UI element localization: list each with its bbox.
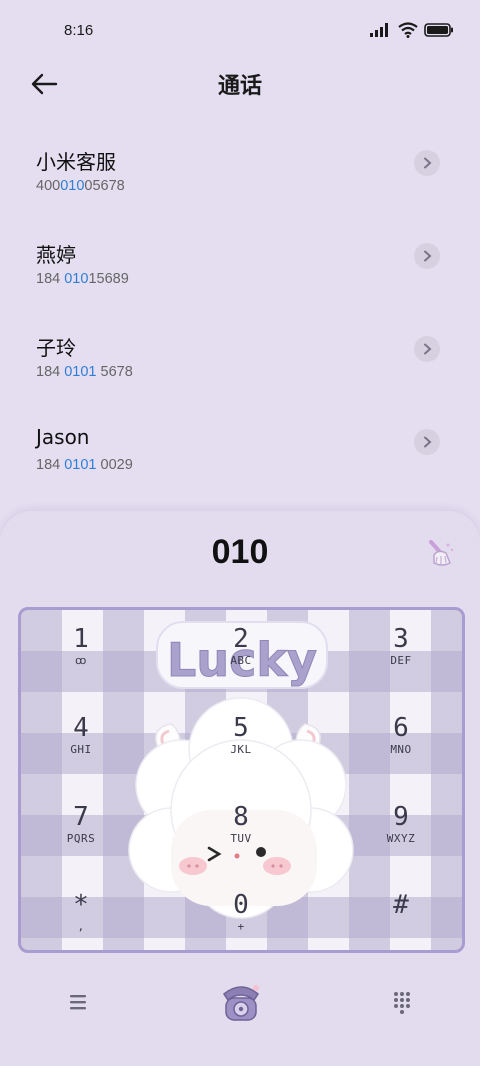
chevron-right-icon — [424, 436, 432, 448]
contact-name: Jason — [36, 425, 90, 449]
battery-icon — [424, 23, 453, 37]
broom-icon — [429, 540, 454, 566]
chevron-right-icon — [424, 343, 432, 355]
chevron-right-icon — [424, 250, 432, 262]
signal-icon — [370, 23, 388, 37]
call-button[interactable] — [218, 978, 264, 1024]
list-item[interactable]: 燕婷 184 01015689 — [0, 225, 480, 318]
status-icons — [370, 22, 454, 38]
list-item[interactable]: 子玲 184 0101 5678 — [0, 318, 480, 411]
wifi-icon — [398, 22, 418, 38]
key-5[interactable]: 5 JKL — [181, 699, 301, 779]
contact-number: 40001005678 — [36, 178, 125, 194]
contact-name: 子玲 — [36, 336, 76, 360]
page-title: 通话 — [217, 74, 262, 99]
chevron-right-icon — [424, 157, 432, 169]
contact-detail-button[interactable] — [414, 150, 440, 176]
status-bar: 8:16 — [0, 0, 480, 62]
contact-detail-button[interactable] — [414, 243, 440, 269]
contact-number: 184 0101 0029 — [36, 457, 133, 473]
contact-number: 184 01015689 — [36, 271, 129, 287]
contact-name: 小米客服 — [36, 150, 116, 174]
status-time: 8:16 — [64, 22, 94, 39]
search-results-list: 小米客服 40001005678 燕婷 184 01015689 子玲 184 … — [0, 132, 480, 504]
key-star[interactable]: * , — [21, 876, 141, 950]
dial-keypad: Lucky 1 ꝏ 2 ABC 3 DEF 4 GHI 5 JKL 6 MNO … — [18, 607, 465, 953]
dialer-bottom-bar — [0, 970, 480, 1040]
key-7[interactable]: 7 PQRS — [21, 788, 141, 868]
header: 通话 — [0, 62, 480, 106]
contact-detail-button[interactable] — [414, 429, 440, 455]
contact-number: 184 0101 5678 — [36, 364, 133, 380]
key-hash[interactable]: # — [341, 876, 461, 950]
key-8[interactable]: 8 TUV — [181, 788, 301, 868]
contact-detail-button[interactable] — [414, 336, 440, 362]
key-1[interactable]: 1 ꝏ — [21, 610, 141, 690]
dial-number-display[interactable]: 010 — [0, 533, 480, 572]
contact-name: 燕婷 — [36, 243, 76, 267]
list-item[interactable]: Jason 184 0101 0029 — [0, 411, 480, 504]
voicemail-icon: ꝏ — [75, 654, 87, 667]
clear-input-button[interactable] — [422, 535, 458, 571]
keypad-toggle-button[interactable] — [388, 988, 416, 1016]
key-6[interactable]: 6 MNO — [341, 699, 461, 779]
menu-icon — [70, 995, 86, 1010]
key-4[interactable]: 4 GHI — [21, 699, 141, 779]
key-3[interactable]: 3 DEF — [341, 610, 461, 690]
menu-button[interactable] — [64, 988, 92, 1016]
dialpad-icon — [394, 992, 410, 1014]
key-9[interactable]: 9 WXYZ — [341, 788, 461, 868]
phone-icon — [222, 985, 260, 1021]
key-0[interactable]: 0 + — [181, 876, 301, 950]
key-2[interactable]: 2 ABC — [181, 610, 301, 690]
list-item[interactable]: 小米客服 40001005678 — [0, 132, 480, 225]
